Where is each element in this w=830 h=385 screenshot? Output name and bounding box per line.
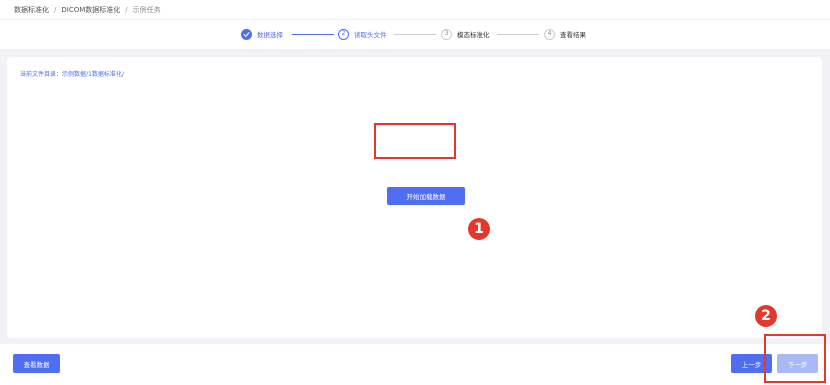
- annotation-badge-1: 1: [468, 218, 490, 240]
- view-data-button[interactable]: 查看数据: [13, 354, 60, 373]
- main-panel: 当前文件目录：示例数据/1数据标准化/ 开始加载数据: [7, 57, 822, 338]
- step-connector: [497, 34, 539, 35]
- breadcrumb-item-dicom-standardization[interactable]: DICOM数据标准化: [61, 5, 120, 15]
- step-number: 2: [338, 28, 349, 40]
- breadcrumb-separator: /: [125, 5, 128, 14]
- step-label: 查看结果: [560, 31, 586, 39]
- step-view-results: 4 查看结果: [544, 28, 586, 40]
- breadcrumb: 数据标准化 / DICOM数据标准化 / 示例任务: [0, 0, 830, 19]
- step-label: 读取头文件: [354, 31, 387, 39]
- step-read-header: 2 读取头文件: [338, 28, 387, 40]
- step-number: 3: [441, 28, 452, 40]
- step-connector: [292, 34, 334, 35]
- current-directory-text: 当前文件目录：示例数据/1数据标准化/: [20, 71, 124, 78]
- highlight-box-2: [764, 334, 826, 383]
- breadcrumb-item-example-task: 示例任务: [132, 5, 161, 14]
- footer-bar: 查看数据 上一步 下一步: [0, 344, 830, 385]
- step-data-selection: 数据选择: [241, 28, 283, 40]
- step-label: 模态标准化: [457, 31, 490, 39]
- step-number: 4: [544, 28, 555, 40]
- start-loading-button[interactable]: 开始加载数据: [387, 187, 465, 205]
- step-label: 数据选择: [257, 31, 283, 39]
- annotation-badge-2: 2: [755, 305, 777, 327]
- step-modality-standardization: 3 模态标准化: [441, 28, 490, 40]
- steps-bar: 数据选择 2 读取头文件 3 模态标准化 4 查看结果: [0, 19, 830, 49]
- breadcrumb-item-data-standardization[interactable]: 数据标准化: [14, 5, 49, 15]
- step-connector: [394, 34, 436, 35]
- breadcrumb-separator: /: [54, 5, 57, 14]
- highlight-box-1: [374, 123, 456, 159]
- check-icon: [241, 28, 252, 40]
